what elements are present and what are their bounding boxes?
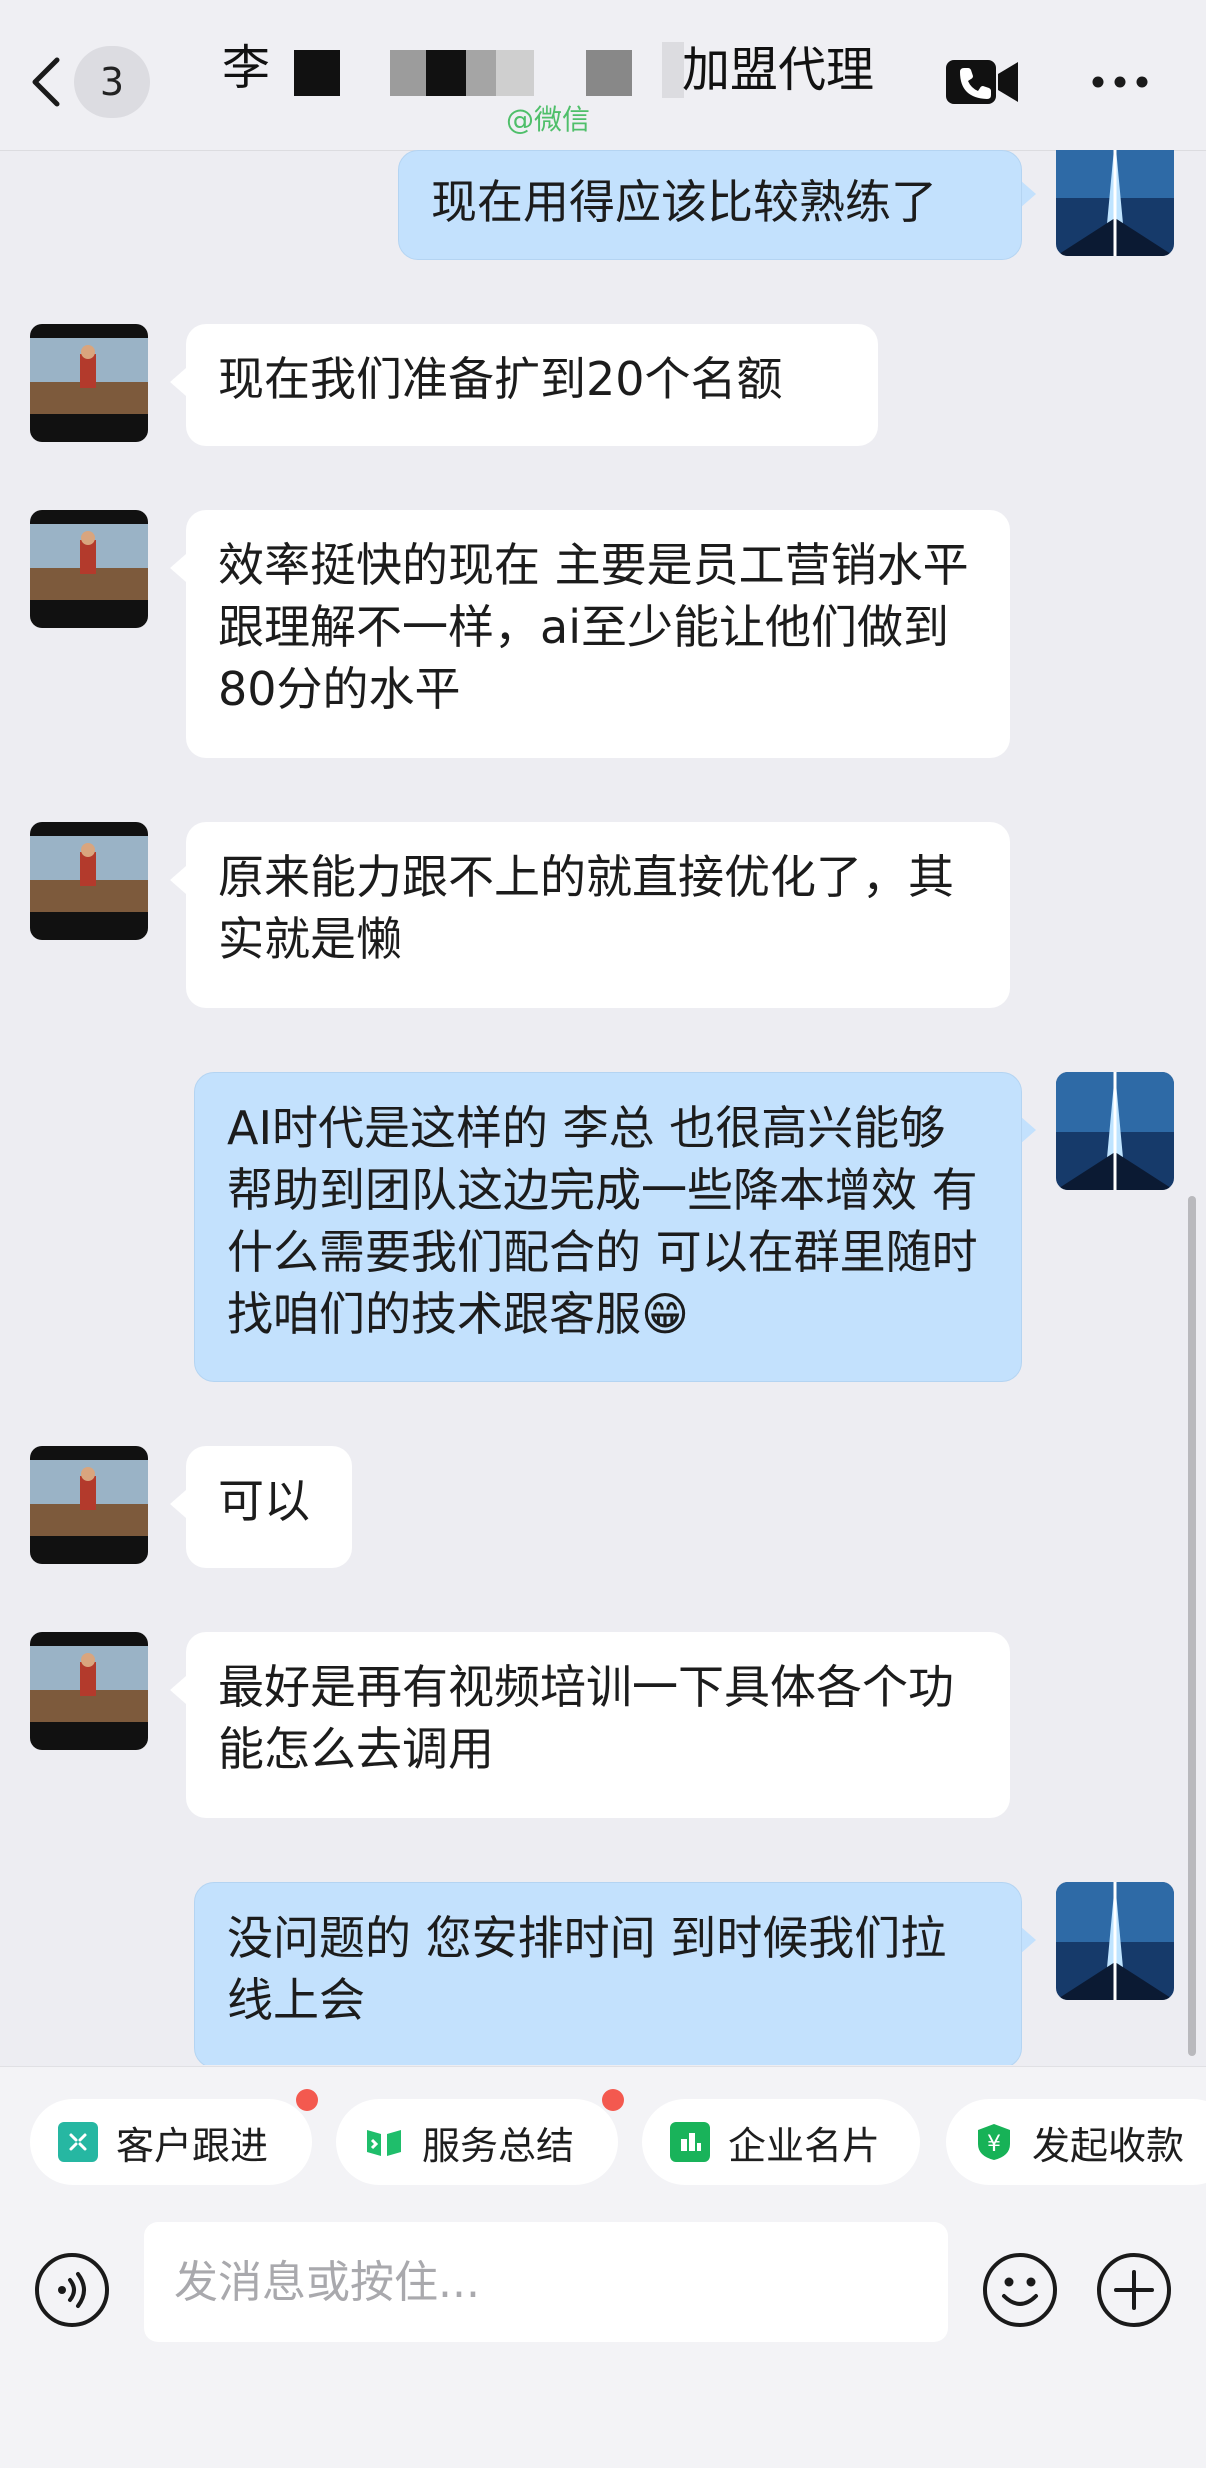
chat-title-prefix: 李 (222, 40, 271, 96)
redacted-block (496, 50, 534, 96)
more-dots-icon[interactable] (1088, 60, 1152, 100)
chevron-left-icon (32, 57, 60, 107)
bubble-tail (170, 866, 186, 894)
message-bubble-outgoing[interactable]: AI时代是这样的 李总 也很高兴能够帮助到团队这边完成一些降本增效 有什么需要我… (194, 1072, 1022, 1382)
collect-payment-icon: ¥ (974, 2122, 1014, 2162)
notification-dot (296, 2089, 318, 2111)
my-avatar[interactable] (1056, 1072, 1174, 1190)
video-call-icon[interactable] (944, 56, 1020, 108)
redacted-block (294, 50, 340, 96)
avatar-image (30, 510, 148, 628)
business-card-icon (670, 2122, 710, 2162)
quick-action-business-card[interactable]: 企业名片 (642, 2099, 920, 2185)
chat-header: 3 李 加盟代理 @微信 (0, 0, 1206, 151)
message-bubble-incoming[interactable]: 可以 (186, 1446, 352, 1568)
bubble-tail (170, 1676, 186, 1704)
svg-text:¥: ¥ (987, 2132, 1001, 2157)
quick-action-collect-payment[interactable]: ¥ 发起收款 (946, 2099, 1206, 2185)
message-bubble-incoming[interactable]: 最好是再有视频培训一下具体各个功能怎么去调用 (186, 1632, 1010, 1818)
contact-avatar[interactable] (30, 1446, 148, 1564)
bubble-tail (1020, 1926, 1036, 1954)
quick-action-label: 企业名片 (728, 2123, 881, 2168)
avatar-image (30, 822, 148, 940)
quick-action-label: 发起收款 (1032, 2123, 1185, 2168)
avatar-image (1056, 1882, 1174, 2000)
unread-count-badge[interactable]: 3 (74, 46, 150, 118)
quick-action-label: 客户跟进 (116, 2123, 269, 2168)
quick-action-customer-followup[interactable]: 客户跟进 (30, 2089, 318, 2185)
message-input[interactable] (144, 2222, 948, 2342)
customer-followup-icon (58, 2122, 98, 2162)
avatar-image (30, 1446, 148, 1564)
input-bar (0, 2216, 1206, 2468)
service-summary-icon (364, 2122, 404, 2162)
contact-avatar[interactable] (30, 510, 148, 628)
source-tag: @微信 (506, 103, 591, 136)
bubble-tail (1020, 1116, 1036, 1144)
chat-title-suffix: 加盟代理 (682, 42, 875, 98)
voice-input-icon[interactable] (32, 2250, 112, 2330)
message-list[interactable]: 现在用得应该比较熟练了 现在我们准备扩到20个名额 效率挺快的现在 主要是员工营… (0, 150, 1206, 2065)
bubble-tail (170, 1490, 186, 1518)
message-bubble-outgoing[interactable]: 现在用得应该比较熟练了 (398, 150, 1022, 260)
notification-dot (602, 2089, 624, 2111)
plus-icon[interactable] (1094, 2250, 1174, 2330)
redacted-block (390, 50, 426, 96)
quick-actions-bar: 客户跟进 服务总结 企业名片 ¥ 发起收款 (0, 2066, 1206, 2217)
bubble-tail (170, 554, 186, 582)
scrollbar[interactable] (1188, 1196, 1196, 2056)
my-avatar[interactable] (1056, 150, 1174, 256)
contact-avatar[interactable] (30, 1632, 148, 1750)
avatar-image (1056, 1072, 1174, 1190)
quick-action-label: 服务总结 (422, 2123, 575, 2168)
redacted-block (586, 50, 632, 96)
avatar-image (30, 324, 148, 442)
contact-avatar[interactable] (30, 822, 148, 940)
message-bubble-outgoing[interactable]: 没问题的 您安排时间 到时候我们拉线上会 (194, 1882, 1022, 2065)
quick-action-service-summary[interactable]: 服务总结 (336, 2089, 624, 2185)
redacted-block (426, 50, 466, 96)
message-bubble-incoming[interactable]: 现在我们准备扩到20个名额 (186, 324, 878, 446)
message-bubble-incoming[interactable]: 原来能力跟不上的就直接优化了，其实就是懒 (186, 822, 1010, 1008)
bubble-tail (1020, 180, 1036, 208)
avatar-image (30, 1632, 148, 1750)
back-button[interactable] (24, 52, 68, 112)
contact-avatar[interactable] (30, 324, 148, 442)
emoji-icon[interactable] (980, 2250, 1060, 2330)
chat-title[interactable]: 李 加盟代理 @微信 (210, 20, 910, 140)
redacted-block (466, 50, 496, 96)
redacted-block (662, 42, 684, 98)
avatar-image (1056, 150, 1174, 256)
bubble-tail (170, 368, 186, 396)
message-bubble-incoming[interactable]: 效率挺快的现在 主要是员工营销水平跟理解不一样，ai至少能让他们做到80分的水平 (186, 510, 1010, 758)
my-avatar[interactable] (1056, 1882, 1174, 2000)
